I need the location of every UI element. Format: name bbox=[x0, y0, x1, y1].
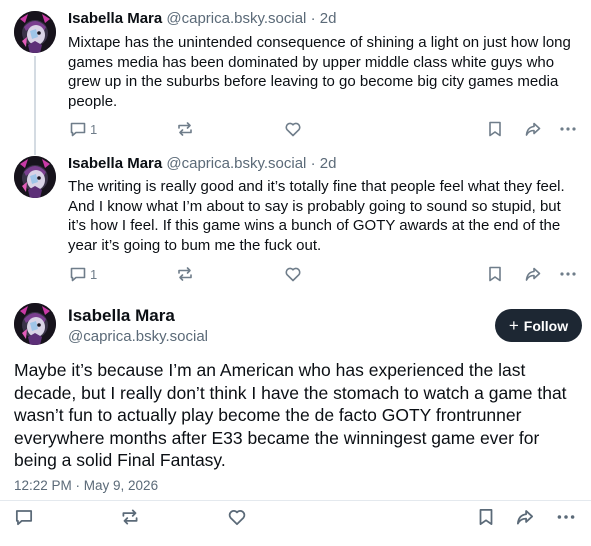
more-button[interactable] bbox=[558, 264, 578, 284]
post-age[interactable]: 2d bbox=[320, 155, 337, 172]
post-timestamp[interactable]: 12:22 PM · May 9, 2026 bbox=[14, 478, 158, 493]
like-button[interactable] bbox=[283, 119, 303, 139]
bookmark-button[interactable] bbox=[485, 264, 505, 284]
thread-post[interactable]: Isabella Mara @caprica.bsky.social · 2d … bbox=[0, 145, 591, 295]
follow-label: Follow bbox=[523, 317, 569, 334]
reply-icon bbox=[70, 122, 86, 137]
repost-button[interactable] bbox=[175, 119, 195, 139]
post-meta: Isabella Mara @caprica.bsky.social · 2d bbox=[68, 9, 336, 29]
repost-button[interactable] bbox=[119, 506, 141, 528]
repost-icon bbox=[122, 509, 138, 525]
reply-button[interactable] bbox=[13, 506, 35, 528]
repost-icon bbox=[178, 122, 192, 136]
action-bar bbox=[0, 505, 591, 531]
repost-button[interactable] bbox=[175, 264, 195, 284]
post-age[interactable]: 2d bbox=[320, 10, 337, 27]
share-button[interactable] bbox=[523, 264, 543, 284]
plus-icon: + bbox=[508, 315, 519, 335]
share-button[interactable] bbox=[523, 119, 543, 139]
author-name[interactable]: Isabella Mara bbox=[68, 305, 175, 327]
share-button[interactable] bbox=[514, 506, 536, 528]
share-icon bbox=[525, 122, 541, 136]
follow-button[interactable]: + Follow bbox=[495, 309, 582, 342]
meta-separator: · bbox=[310, 155, 316, 172]
post-meta: Isabella Mara @caprica.bsky.social · 2d bbox=[68, 154, 336, 174]
post-text: The writing is really good and it’s tota… bbox=[68, 178, 565, 254]
author-handle[interactable]: @caprica.bsky.social bbox=[68, 327, 208, 347]
more-button[interactable] bbox=[555, 506, 577, 528]
more-button[interactable] bbox=[558, 119, 578, 139]
thread-post[interactable]: Isabella Mara @caprica.bsky.social · 2d … bbox=[0, 0, 591, 150]
share-icon bbox=[516, 510, 534, 525]
divider bbox=[0, 500, 591, 501]
author-handle[interactable]: @caprica.bsky.social bbox=[166, 10, 306, 27]
action-bar: 1 bbox=[0, 263, 591, 285]
reply-icon bbox=[15, 510, 33, 526]
thread-line bbox=[34, 145, 36, 155]
reply-icon bbox=[70, 267, 86, 282]
heart-icon bbox=[228, 510, 246, 526]
like-button[interactable] bbox=[283, 264, 303, 284]
share-icon bbox=[525, 267, 541, 281]
post-text: Maybe it’s because I’m an American who h… bbox=[14, 360, 567, 470]
avatar[interactable] bbox=[14, 11, 56, 53]
reply-button[interactable]: 1 bbox=[68, 264, 97, 284]
author-name[interactable]: Isabella Mara bbox=[68, 155, 162, 172]
action-bar: 1 bbox=[0, 118, 591, 140]
bookmark-button[interactable] bbox=[475, 506, 497, 528]
like-button[interactable] bbox=[226, 506, 248, 528]
author-handle[interactable]: @caprica.bsky.social bbox=[166, 155, 306, 172]
more-icon bbox=[560, 272, 576, 276]
meta-separator: · bbox=[310, 10, 316, 27]
repost-icon bbox=[178, 267, 192, 281]
reply-count: 1 bbox=[90, 266, 98, 282]
heart-icon bbox=[285, 122, 301, 137]
author-name[interactable]: Isabella Mara bbox=[68, 10, 162, 27]
bookmark-icon bbox=[489, 121, 501, 137]
bookmark-icon bbox=[479, 508, 493, 526]
heart-icon bbox=[285, 267, 301, 282]
bookmark-icon bbox=[489, 266, 501, 282]
post-text: Mixtape has the unintended consequence o… bbox=[68, 34, 571, 110]
reply-count: 1 bbox=[90, 121, 98, 137]
avatar[interactable] bbox=[14, 156, 56, 198]
avatar[interactable] bbox=[14, 303, 56, 345]
bookmark-button[interactable] bbox=[485, 119, 505, 139]
reply-button[interactable]: 1 bbox=[68, 119, 97, 139]
more-icon bbox=[560, 127, 576, 131]
more-icon bbox=[557, 515, 575, 519]
